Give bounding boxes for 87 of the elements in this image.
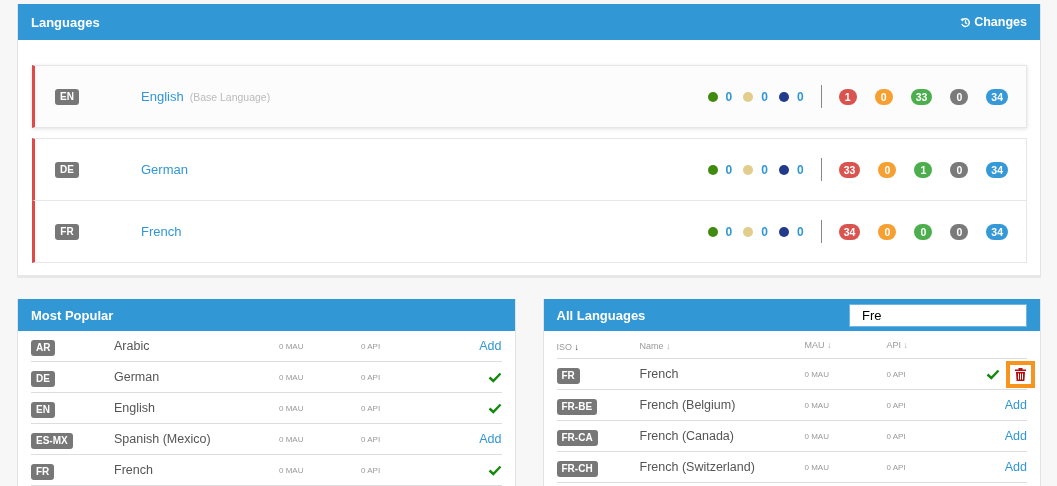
count-badge: 1	[838, 88, 857, 105]
language-name: French (Belgium)	[639, 398, 737, 412]
iso-badge: DE	[31, 370, 55, 387]
iso-badge: FR-CH	[556, 460, 598, 477]
count-badge: 0	[914, 223, 933, 240]
language-row[interactable]: DE German 0 0 0 33 0 1 0 34	[32, 138, 1027, 200]
count-badge: 0	[950, 88, 969, 105]
history-icon	[960, 16, 972, 28]
count-badge: 0	[950, 223, 969, 240]
iso-badge: FR-BE	[556, 398, 598, 415]
status-count: 0	[796, 89, 804, 104]
count-badge: 33	[910, 88, 933, 105]
language-link[interactable]: English	[141, 89, 184, 104]
status-count: 0	[725, 162, 733, 177]
api-count: 0 API	[886, 462, 907, 472]
iso-badge: EN	[55, 88, 79, 105]
api-count: 0 API	[886, 400, 907, 410]
language-name: French (Switzerland)	[639, 460, 756, 474]
mau-count: 0 MAU	[279, 403, 305, 413]
api-count: 0 API	[361, 434, 382, 444]
api-count: 0 API	[361, 372, 382, 382]
status-count: 0	[725, 89, 733, 104]
count-badge: 34	[986, 223, 1008, 240]
add-link[interactable]: Add	[1004, 398, 1027, 412]
iso-badge: AR	[31, 339, 56, 356]
sort-column-header[interactable]: MAU ↓	[804, 339, 832, 350]
count-badge: 0	[878, 161, 897, 178]
status-count: 0	[796, 224, 804, 239]
mau-count: 0 MAU	[804, 400, 830, 410]
iso-badge: FR	[55, 223, 79, 240]
iso-badge: FR	[556, 367, 580, 384]
count-badge: 0	[874, 88, 893, 105]
api-count: 0 API	[886, 431, 907, 441]
status-count: 0	[761, 162, 768, 177]
language-row[interactable]: FR French 0 0 0 34 0 0 0 34	[32, 200, 1027, 263]
language-row[interactable]: EN English (Base Language) 0 0 0 1 0 33 0 34	[32, 65, 1027, 128]
mau-count: 0 MAU	[804, 431, 830, 441]
iso-badge: FR	[31, 463, 55, 480]
mau-count: 0 MAU	[279, 341, 305, 351]
status-count: 0	[761, 224, 768, 239]
count-badge: 0	[878, 223, 897, 240]
mau-count: 0 MAU	[279, 434, 305, 444]
sort-column-header[interactable]: ISO ↓	[556, 341, 579, 352]
api-count: 0 API	[361, 403, 382, 413]
add-link[interactable]: Add	[479, 432, 502, 446]
sort-column-header[interactable]: Name ↓	[639, 340, 671, 351]
add-link[interactable]: Add	[479, 339, 502, 353]
language-name: Arabic	[114, 339, 151, 353]
mau-count: 0 MAU	[804, 369, 830, 379]
language-name: English	[114, 401, 156, 415]
count-badge: 33	[838, 161, 861, 178]
sort-column-header[interactable]: API ↓	[886, 339, 908, 350]
add-link[interactable]: Add	[1004, 429, 1027, 443]
trash-icon	[1015, 367, 1026, 381]
add-link[interactable]: Add	[1004, 460, 1027, 474]
api-count: 0 API	[361, 465, 382, 475]
status-count: 0	[725, 224, 733, 239]
language-name: French (Canada)	[639, 429, 735, 443]
panel-title: Most Popular	[31, 307, 114, 323]
count-badge: 34	[838, 223, 861, 240]
language-link[interactable]: French	[141, 224, 182, 239]
panel-title: Languages	[31, 14, 100, 30]
search-field[interactable]: Fre	[849, 303, 1027, 327]
panel-title: All Languages	[556, 307, 646, 323]
language-name: French	[114, 463, 154, 477]
count-badge: 34	[986, 161, 1008, 178]
mau-count: 0 MAU	[804, 462, 830, 472]
iso-badge: EN	[31, 401, 55, 418]
language-name: French	[639, 367, 680, 381]
iso-badge: DE	[55, 161, 79, 178]
status-count: 0	[796, 162, 804, 177]
language-link[interactable]: German	[141, 162, 188, 177]
base-language-note: (Base Language)	[189, 90, 271, 103]
mau-count: 0 MAU	[279, 465, 305, 475]
language-name: Spanish (Mexico)	[114, 432, 212, 446]
api-count: 0 API	[361, 341, 382, 351]
count-badge: 1	[914, 161, 933, 178]
changes-button[interactable]: Changes	[960, 15, 1027, 29]
count-badge: 0	[950, 161, 969, 178]
delete-button[interactable]	[1006, 360, 1035, 388]
mau-count: 0 MAU	[279, 372, 305, 382]
count-badge: 34	[986, 88, 1008, 105]
api-count: 0 API	[886, 369, 907, 379]
language-name: German	[114, 370, 161, 384]
iso-badge: ES-MX	[31, 432, 73, 449]
status-count: 0	[761, 89, 768, 104]
iso-badge: FR-CA	[556, 429, 598, 446]
